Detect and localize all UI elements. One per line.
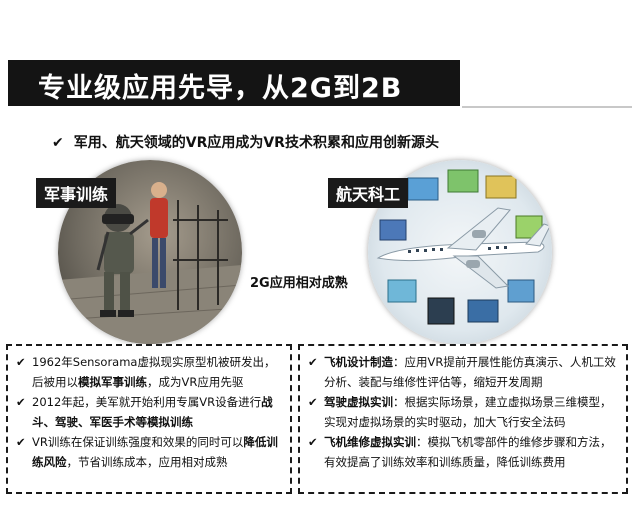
military-list: ✔ 1962年Sensorama虚拟现实原型机被研发出，后被用以模拟军事训练，成为…	[8, 346, 290, 472]
check-icon: ✔	[16, 355, 26, 369]
check-icon: ✔	[16, 395, 26, 409]
list-item: ✔ 1962年Sensorama虚拟现实原型机被研发出，后被用以模拟军事训练，成为…	[16, 352, 284, 392]
aerospace-panel: ✔ 飞机设计制造：应用VR提前开展性能仿真演示、人机工效分析、装配与维修性评估等，…	[298, 344, 628, 494]
list-item: ✔ 2012年起，美军就开始利用专属VR设备进行战斗、驾驶、军医手术等模拟训练	[16, 392, 284, 432]
list-item: ✔ 飞机维修虚拟实训：模拟飞机零部件的维修步骤和方法，有效提高了训练效率和训练质量…	[308, 432, 620, 472]
aerospace-label: 航天科工	[328, 178, 409, 208]
check-icon: ✔	[308, 395, 318, 409]
page-title: 专业级应用先导，从2G到2B	[38, 73, 403, 104]
aerospace-list: ✔ 飞机设计制造：应用VR提前开展性能仿真演示、人机工效分析、装配与维修性评估等，…	[300, 346, 626, 472]
check-icon: ✔	[308, 435, 318, 449]
military-panel: ✔ 1962年Sensorama虚拟现实原型机被研发出，后被用以模拟军事训练，成为…	[6, 344, 292, 494]
subtitle-text: 军用、航天领域的VR应用成为VR技术积累和应用创新源头	[73, 135, 439, 151]
list-item: ✔ 驾驶虚拟实训：根据实际场景，建立虚拟场景三维模型，实现对虚拟场景的实时驱动，加…	[308, 392, 620, 432]
list-item: ✔ VR训练在保证训练强度和效果的同时可以降低训练风险，节省训练成本，应用相对成熟	[16, 432, 284, 472]
title-underline	[462, 60, 632, 108]
subtitle: ✔ 军用、航天领域的VR应用成为VR技术积累和应用创新源头	[52, 132, 439, 152]
center-caption: 2G应用相对成熟	[250, 276, 348, 291]
title-bar: 专业级应用先导，从2G到2B	[8, 60, 460, 106]
check-icon: ✔	[52, 135, 64, 151]
check-icon: ✔	[16, 435, 26, 449]
check-icon: ✔	[308, 355, 318, 369]
military-training-label: 军事训练	[36, 178, 117, 208]
list-item: ✔ 飞机设计制造：应用VR提前开展性能仿真演示、人机工效分析、装配与维修性评估等，…	[308, 352, 620, 392]
